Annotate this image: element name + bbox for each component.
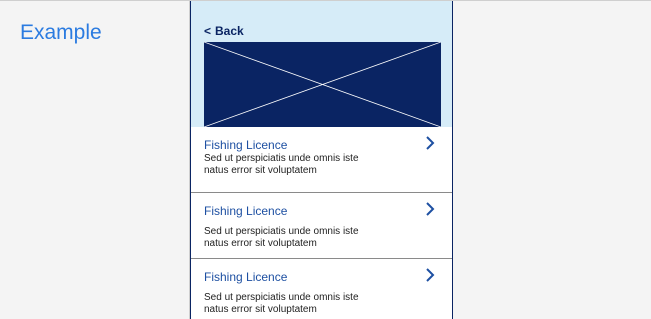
chevron-right-icon[interactable] (422, 267, 438, 283)
item-description-line1: Sed ut perspiciatis unde omnis iste (204, 153, 359, 164)
item-title: Fishing Licence (204, 138, 288, 152)
list-item[interactable]: Fishing Licence Sed ut perspiciatis unde… (191, 193, 452, 259)
chevron-left-icon: < (204, 24, 212, 38)
chevron-right-icon[interactable] (422, 201, 438, 217)
item-description-line2: natus error sit voluptatem (204, 238, 317, 249)
item-description-line2: natus error sit voluptatem (204, 304, 317, 315)
item-description-line1: Sed ut perspiciatis unde omnis iste (204, 292, 359, 303)
chevron-right-icon[interactable] (422, 135, 438, 151)
phone-header: < Back (191, 1, 452, 127)
back-label: Back (215, 24, 244, 38)
item-description: Sed ut perspiciatis unde omnis iste natu… (204, 226, 404, 250)
right-column (453, 1, 651, 319)
list-item[interactable]: Fishing Licence Sed ut perspiciatis unde… (191, 259, 452, 319)
item-title: Fishing Licence (204, 270, 288, 284)
image-placeholder-icon (204, 42, 441, 127)
page: Example < Back Fishing Licence Sed ut pe… (0, 0, 651, 319)
list-item[interactable]: Fishing Licence Sed ut perspiciatis unde… (191, 127, 452, 193)
licence-list: Fishing Licence Sed ut perspiciatis unde… (191, 127, 452, 319)
item-description-line2: natus error sit voluptatem (204, 165, 317, 176)
item-description: Sed ut perspiciatis unde omnis iste natu… (204, 292, 404, 316)
label-column: Example (0, 1, 190, 319)
item-title: Fishing Licence (204, 204, 288, 218)
example-label: Example (20, 21, 102, 44)
back-link[interactable]: < Back (204, 24, 244, 38)
item-description-line1: Sed ut perspiciatis unde omnis iste (204, 226, 359, 237)
item-description: Sed ut perspiciatis unde omnis iste natu… (204, 153, 404, 177)
phone-mockup: < Back Fishing Licence Sed ut perspiciat… (190, 1, 453, 319)
